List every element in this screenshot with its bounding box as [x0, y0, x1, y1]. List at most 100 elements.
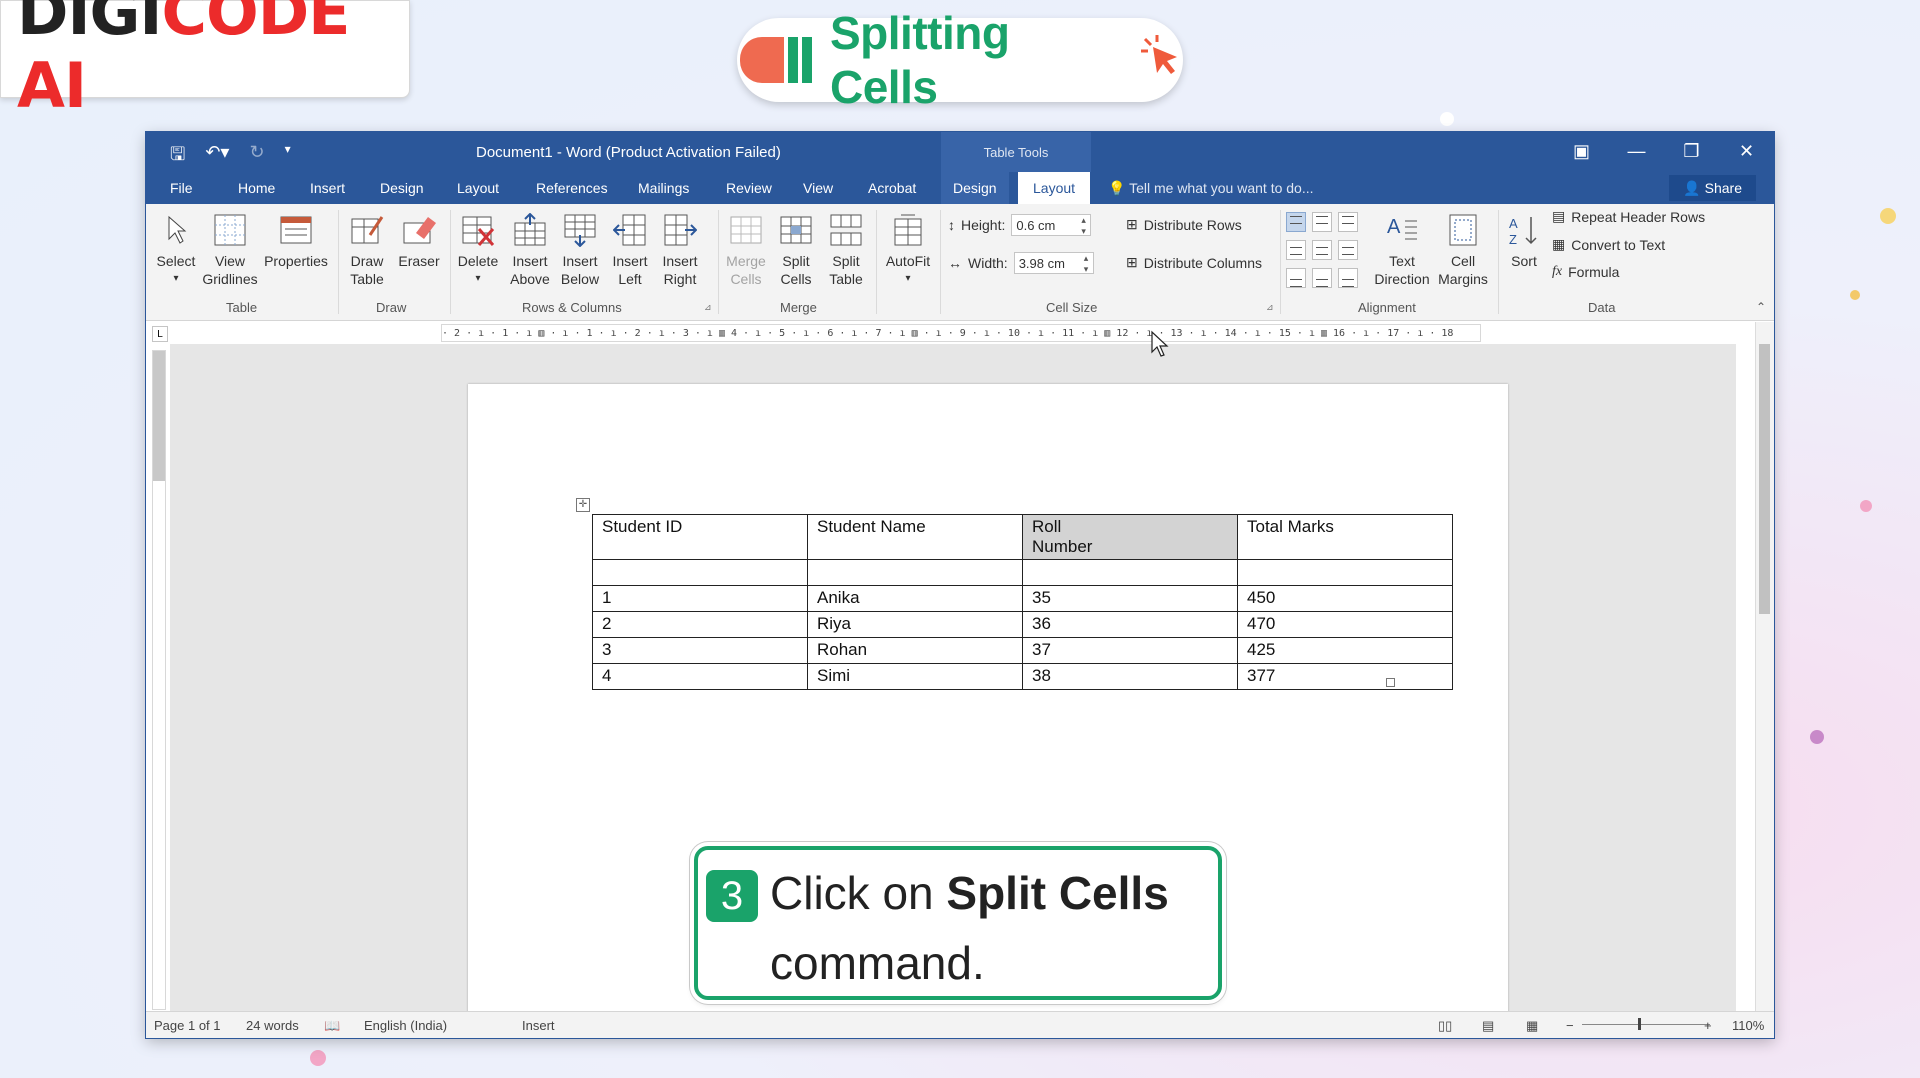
table-cell[interactable]: Riya	[807, 611, 1023, 638]
tell-me-box[interactable]: 💡 Tell me what you want to do...	[1108, 180, 1314, 197]
table-cell[interactable]: 377	[1237, 663, 1453, 690]
table-header-cell[interactable]: Student Name	[807, 514, 1023, 560]
read-mode-icon[interactable]: ▯▯	[1438, 1018, 1452, 1034]
zoom-slider-thumb[interactable]	[1638, 1018, 1641, 1030]
table-cell[interactable]: 37	[1022, 637, 1238, 664]
scrollbar-thumb[interactable]	[1759, 344, 1770, 614]
redo-icon[interactable]: ↻	[249, 142, 264, 172]
customize-qat-icon[interactable]: ▾	[285, 142, 291, 172]
autofit-button[interactable]: AutoFit ▾	[882, 210, 934, 288]
table-header-cell-selected[interactable]: Roll Number	[1022, 514, 1238, 560]
cell-size-dialog-launcher-icon[interactable]: ⊿	[1266, 302, 1274, 313]
align-top-center-button[interactable]	[1312, 212, 1332, 232]
repeat-header-rows-button[interactable]: ▤ Repeat Header Rows	[1552, 208, 1705, 225]
distribute-columns-button[interactable]: ⊞ Distribute Columns	[1126, 254, 1262, 271]
table-cell[interactable]: 470	[1237, 611, 1453, 638]
page-count[interactable]: Page 1 of 1	[154, 1018, 221, 1033]
language[interactable]: English (India)	[364, 1018, 447, 1033]
horizontal-ruler[interactable]: · 2 · ı · 1 · ı ▥ · ı · 1 · ı · 2 · ı · …	[441, 324, 1481, 342]
split-table-button[interactable]: Split Table	[822, 210, 870, 288]
table-header-cell[interactable]: Student ID	[592, 514, 808, 560]
align-bottom-right-button[interactable]	[1338, 268, 1358, 288]
cell-margins-button[interactable]: Cell Margins	[1434, 210, 1492, 288]
convert-to-text-button[interactable]: ▦ Convert to Text	[1552, 236, 1665, 253]
tab-file[interactable]: File	[170, 180, 193, 196]
table-cell[interactable]	[807, 559, 1023, 586]
insert-above-button[interactable]: Insert Above	[506, 210, 554, 288]
table-cell[interactable]: 35	[1022, 585, 1238, 612]
table-cell[interactable]: 38	[1022, 663, 1238, 690]
table-header-cell[interactable]: Total Marks	[1237, 514, 1453, 560]
ribbon-display-icon[interactable]: ▣	[1554, 132, 1609, 172]
restore-icon[interactable]: ❐	[1664, 132, 1719, 172]
view-gridlines-button[interactable]: View Gridlines	[202, 210, 258, 288]
zoom-out-icon[interactable]: −	[1566, 1018, 1574, 1033]
height-spinner[interactable]: 0.6 cm	[1011, 214, 1092, 237]
insert-below-button[interactable]: Insert Below	[556, 210, 604, 288]
save-icon[interactable]: 🖫	[170, 142, 185, 172]
table-cell[interactable]: Anika	[807, 585, 1023, 612]
tab-table-design[interactable]: Design	[941, 172, 1009, 204]
vertical-scrollbar[interactable]	[1755, 322, 1774, 1012]
align-bottom-left-button[interactable]	[1286, 268, 1306, 288]
align-center-left-button[interactable]	[1286, 240, 1306, 260]
tab-layout[interactable]: Layout	[457, 180, 499, 196]
table-cell[interactable]: 36	[1022, 611, 1238, 638]
tab-references[interactable]: References	[536, 180, 608, 196]
print-layout-icon[interactable]: ▤	[1482, 1018, 1494, 1034]
close-icon[interactable]: ✕	[1719, 132, 1774, 172]
insert-left-button[interactable]: Insert Left	[606, 210, 654, 288]
zoom-slider[interactable]	[1582, 1024, 1710, 1025]
formula-button[interactable]: fx Formula	[1552, 264, 1619, 280]
select-button[interactable]: Select ▾	[156, 210, 196, 288]
split-cells-button[interactable]: Split Cells	[772, 210, 820, 288]
tab-home[interactable]: Home	[238, 180, 275, 196]
align-center-right-button[interactable]	[1338, 240, 1358, 260]
table-move-handle-icon[interactable]: ✛	[576, 498, 590, 512]
table-cell[interactable]: 2	[592, 611, 808, 638]
tab-review[interactable]: Review	[726, 180, 772, 196]
table-cell[interactable]: 450	[1237, 585, 1453, 612]
delete-button[interactable]: Delete ▾	[454, 210, 502, 288]
table-cell[interactable]	[1022, 559, 1238, 586]
dialog-launcher-icon[interactable]: ⊿	[704, 302, 712, 313]
tab-table-layout[interactable]: Layout	[1018, 172, 1091, 204]
zoom-in-icon[interactable]: +	[1704, 1018, 1712, 1033]
tab-design[interactable]: Design	[380, 180, 424, 196]
insert-right-button[interactable]: Insert Right	[656, 210, 704, 288]
text-direction-button[interactable]: A Text Direction	[1372, 210, 1432, 288]
table-cell[interactable]: Rohan	[807, 637, 1023, 664]
width-spinner[interactable]: 3.98 cm	[1013, 252, 1094, 275]
tab-acrobat[interactable]: Acrobat	[868, 180, 916, 196]
table-cell[interactable]: Simi	[807, 663, 1023, 690]
word-count[interactable]: 24 words	[246, 1018, 299, 1033]
share-button[interactable]: 👤 Share	[1669, 175, 1756, 201]
table-cell[interactable]: 1	[592, 585, 808, 612]
proofing-icon[interactable]: 📖	[324, 1018, 340, 1034]
table-cell[interactable]	[1237, 559, 1453, 586]
draw-table-button[interactable]: Draw Table	[344, 210, 390, 288]
align-top-right-button[interactable]	[1338, 212, 1358, 232]
tab-selector[interactable]: L	[152, 326, 168, 342]
align-top-left-button[interactable]	[1286, 212, 1306, 232]
web-layout-icon[interactable]: ▦	[1526, 1018, 1538, 1034]
sort-button[interactable]: AZ Sort	[1504, 210, 1544, 270]
merge-cells-button[interactable]: Merge Cells	[722, 210, 770, 288]
align-center-button[interactable]	[1312, 240, 1332, 260]
tab-view[interactable]: View	[803, 180, 833, 196]
table-cell[interactable]: 425	[1237, 637, 1453, 664]
align-bottom-center-button[interactable]	[1312, 268, 1332, 288]
tab-insert[interactable]: Insert	[310, 180, 345, 196]
minimize-icon[interactable]: —	[1609, 132, 1664, 172]
eraser-button[interactable]: Eraser	[394, 210, 444, 270]
zoom-level[interactable]: 110%	[1732, 1018, 1764, 1033]
vertical-ruler[interactable]	[152, 350, 166, 1010]
properties-button[interactable]: Properties	[260, 210, 332, 270]
tab-mailings[interactable]: Mailings	[638, 180, 689, 196]
insert-mode[interactable]: Insert	[522, 1018, 555, 1033]
table-resize-handle[interactable]	[1386, 678, 1395, 687]
undo-icon[interactable]: ↶▾	[205, 142, 229, 172]
collapse-ribbon-icon[interactable]: ⌃	[1756, 300, 1766, 314]
table-cell[interactable]: 3	[592, 637, 808, 664]
distribute-rows-button[interactable]: ⊞ Distribute Rows	[1126, 216, 1242, 233]
